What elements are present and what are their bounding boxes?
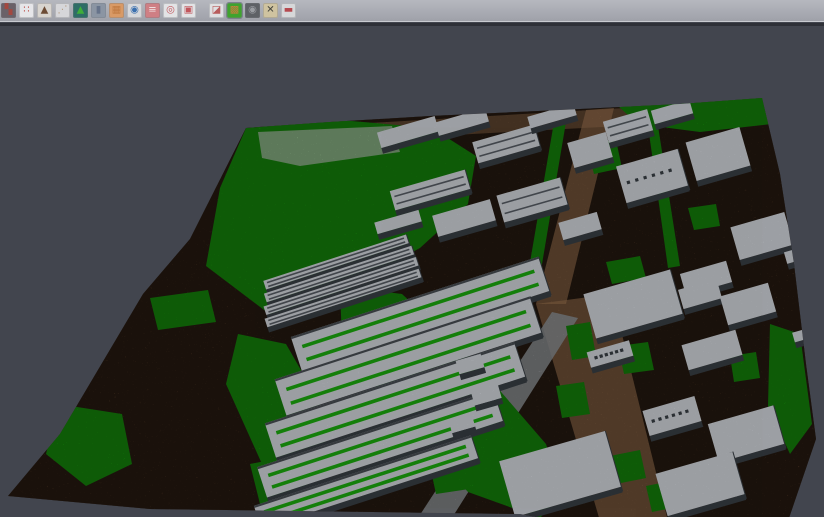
selection-box-icon[interactable]: ▣ [181,3,196,18]
open-project-icon[interactable]: ▚ [1,3,16,18]
terrain-model-icon[interactable]: ▲ [73,3,88,18]
split-view-icon-glyph: ◪ [212,5,221,15]
orthophoto-icon-glyph: ▦ [112,5,121,15]
markers-icon[interactable]: ∷ [19,3,34,18]
measure-icon-glyph: ▬ [284,5,293,15]
classification-map-icon-glyph: ▩ [230,5,239,15]
target-icon-glyph: ◎ [166,5,175,15]
profile-view-icon-glyph: ▮ [96,5,102,15]
orthophoto-icon[interactable]: ▦ [109,3,124,18]
delete-mesh-icon-glyph: ✕ [266,5,274,15]
camera-icon[interactable]: ◉ [245,3,260,18]
application-window: ▚ ∷ ▲ ⋰ ▲ ▮ ▦ ◉ ≡ ◎ ▣ ◪ ▩ ◉ ✕ ▬ [0,0,824,517]
viewport-panel [0,23,824,517]
profile-view-icon[interactable]: ▮ [91,3,106,18]
markers-icon-glyph: ∷ [23,5,29,15]
target-icon[interactable]: ◎ [163,3,178,18]
selection-box-icon-glyph: ▣ [184,5,193,15]
viewport-3d[interactable] [0,26,824,517]
layers-list-icon[interactable]: ≡ [145,3,160,18]
layers-list-icon-glyph: ≡ [148,5,156,15]
dem-icon[interactable]: ▲ [37,3,52,18]
open-project-icon-glyph: ▚ [5,5,13,15]
dem-icon-glyph: ▲ [41,5,49,15]
toolbar: ▚ ∷ ▲ ⋰ ▲ ▮ ▦ ◉ ≡ ◎ ▣ ◪ ▩ ◉ ✕ ▬ [0,0,824,22]
sparse-cloud-icon[interactable]: ⋰ [55,3,70,18]
measure-icon[interactable]: ▬ [281,3,296,18]
delete-mesh-icon[interactable]: ✕ [263,3,278,18]
terrain-model-icon-glyph: ▲ [77,5,85,15]
globe-icon-glyph: ◉ [130,5,139,15]
camera-icon-glyph: ◉ [248,5,257,15]
split-view-icon[interactable]: ◪ [209,3,224,18]
sparse-cloud-icon-glyph: ⋰ [58,5,68,15]
terrain-mesh [0,26,824,517]
classification-map-icon[interactable]: ▩ [227,3,242,18]
globe-icon[interactable]: ◉ [127,3,142,18]
